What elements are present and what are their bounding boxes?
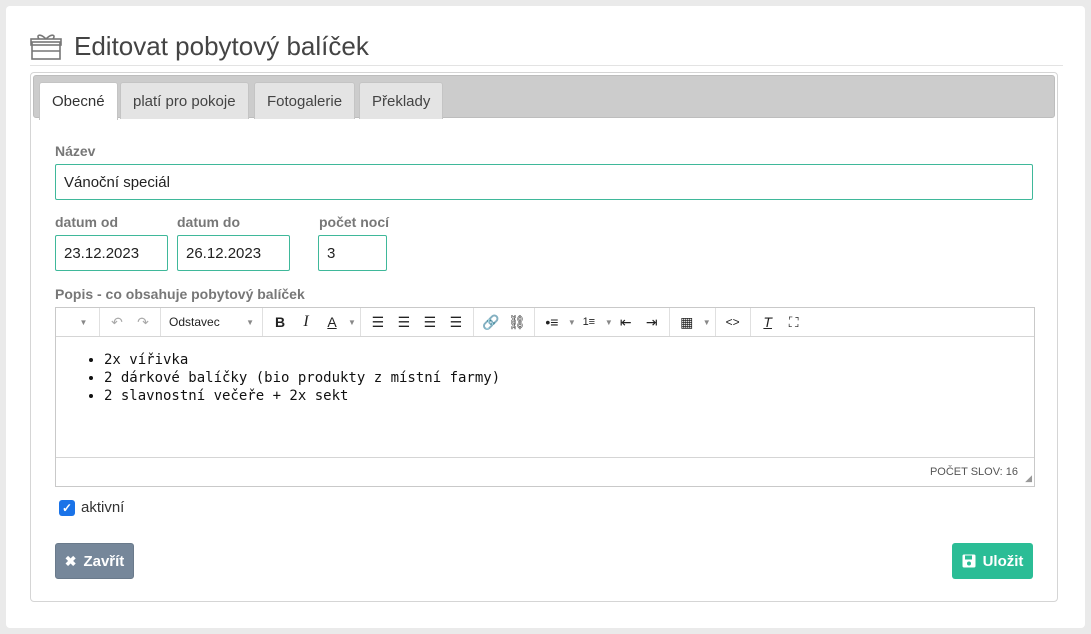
chevron-down-icon: ▼: [702, 317, 711, 327]
date-to-label: datum do: [177, 214, 240, 230]
list-item: 2 slavnostní večeře + 2x sekt: [104, 387, 1034, 405]
editor-toolbar: ▼ ↶ ↷ Odstavec ▼ B I A ▼ ☰ ☰ ☰ ☰ 🔗 ⛓ •≡ …: [56, 308, 1034, 337]
tab-translations[interactable]: Překlady: [359, 82, 444, 119]
save-button-label: Uložit: [982, 552, 1024, 570]
fullscreen-icon[interactable]: ⛶: [781, 310, 807, 334]
dialog-panel: Editovat pobytový balíček Obecné platí p…: [6, 6, 1085, 628]
checkbox-checked-icon[interactable]: ✓: [59, 499, 75, 516]
gift-icon: [30, 34, 62, 60]
indent-icon[interactable]: ⇥: [639, 310, 665, 334]
source-code-icon[interactable]: <>: [720, 310, 746, 334]
close-icon: ✖: [64, 552, 77, 569]
active-checkbox[interactable]: ✓ aktivní: [59, 499, 124, 516]
table-icon[interactable]: ▦: [674, 310, 700, 334]
tab-general[interactable]: Obecné: [39, 82, 118, 120]
name-label: Název: [55, 143, 96, 159]
date-from-input[interactable]: 23.12.2023: [55, 235, 168, 271]
format-select[interactable]: Odstavec: [169, 315, 220, 329]
nights-input[interactable]: 3: [318, 235, 387, 271]
rich-text-editor: ▼ ↶ ↷ Odstavec ▼ B I A ▼ ☰ ☰ ☰ ☰ 🔗 ⛓ •≡ …: [55, 307, 1035, 487]
unlink-icon[interactable]: ⛓: [504, 310, 530, 334]
bold-icon[interactable]: B: [267, 310, 293, 334]
close-button[interactable]: ✖ Zavřít: [55, 543, 134, 579]
italic-icon[interactable]: I: [293, 310, 319, 334]
save-icon: [962, 554, 976, 568]
resize-handle-icon[interactable]: ◢: [1025, 473, 1032, 484]
close-button-label: Zavřít: [83, 552, 125, 570]
link-icon[interactable]: 🔗: [478, 310, 504, 334]
chevron-down-icon: ▼: [348, 317, 356, 327]
outdent-icon[interactable]: ⇤: [613, 310, 639, 334]
numbered-list-icon[interactable]: 1≡: [576, 310, 602, 334]
save-button[interactable]: Uložit: [952, 543, 1033, 579]
page-title: Editovat pobytový balíček: [74, 30, 369, 61]
nights-label: počet nocí: [319, 214, 390, 230]
date-to-input[interactable]: 26.12.2023: [177, 235, 290, 271]
clear-format-icon[interactable]: T: [755, 310, 781, 334]
align-left-icon[interactable]: ☰: [365, 310, 391, 334]
active-checkbox-label: aktivní: [81, 499, 125, 516]
editor-content[interactable]: 2x vířivka 2 dárkové balíčky (bio produk…: [56, 337, 1034, 457]
tab-rooms[interactable]: platí pro pokoje: [120, 82, 249, 119]
name-input[interactable]: Vánoční speciál: [55, 164, 1033, 200]
list-item: 2x vířivka: [104, 351, 1034, 369]
menu-dropdown[interactable]: ▼: [69, 310, 95, 334]
editor-statusbar: POČET SLOV: 16: [56, 457, 1034, 486]
list-item: 2 dárkové balíčky (bio produkty z místní…: [104, 369, 1034, 387]
description-label: Popis - co obsahuje pobytový balíček: [55, 286, 305, 302]
align-justify-icon[interactable]: ☰: [443, 310, 469, 334]
chevron-down-icon: ▼: [567, 317, 576, 327]
word-count: POČET SLOV: 16: [929, 466, 1018, 478]
chevron-down-icon: ▼: [604, 317, 613, 327]
bullet-list-icon[interactable]: •≡: [539, 310, 565, 334]
redo-icon[interactable]: ↷: [130, 310, 156, 334]
page-header: Editovat pobytový balíček: [30, 24, 369, 68]
undo-icon[interactable]: ↶: [104, 310, 130, 334]
align-right-icon[interactable]: ☰: [417, 310, 443, 334]
tab-bar: Obecné platí pro pokoje Fotogalerie Přek…: [33, 75, 1055, 120]
font-color-icon[interactable]: A: [319, 310, 345, 334]
align-center-icon[interactable]: ☰: [391, 310, 417, 334]
form-card: Obecné platí pro pokoje Fotogalerie Přek…: [30, 72, 1058, 602]
header-divider: [30, 65, 1063, 66]
chevron-down-icon: ▼: [246, 317, 254, 327]
tab-gallery[interactable]: Fotogalerie: [254, 82, 356, 119]
date-from-label: datum od: [55, 214, 118, 230]
